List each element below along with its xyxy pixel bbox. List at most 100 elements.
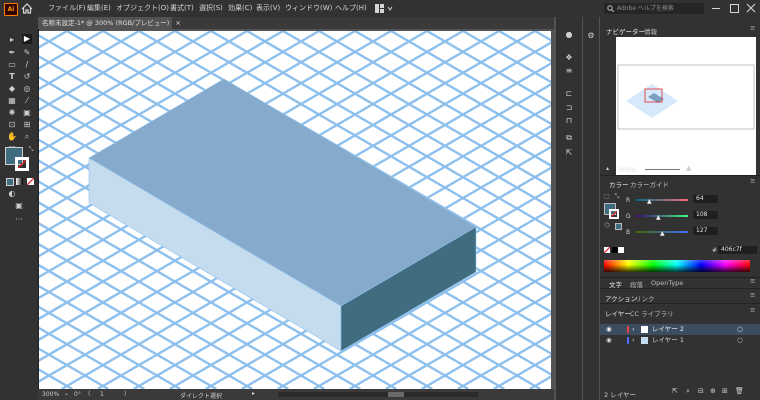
menu-edit[interactable]: 編集(E) xyxy=(87,0,111,17)
hand-tool-icon[interactable]: ✋ xyxy=(7,132,17,142)
horizontal-scrollbar[interactable] xyxy=(278,392,478,397)
swap-swatch-icon[interactable]: ⤡ xyxy=(612,192,622,202)
gradient-tool-icon[interactable]: ▦ xyxy=(7,96,17,106)
tab-color-guide[interactable]: カラーガイド xyxy=(630,179,669,189)
status-menu-icon[interactable]: ▸ xyxy=(252,390,255,397)
tab-actions[interactable]: アクション xyxy=(605,293,637,303)
menu-object[interactable]: オブジェクト(O) xyxy=(116,0,169,17)
b-value[interactable]: 127 xyxy=(693,227,718,235)
tab-cc-libraries[interactable]: CC ライブラリ xyxy=(630,308,674,318)
menu-effect[interactable]: 効果(C) xyxy=(228,0,252,17)
reset-swatch-icon[interactable]: ⬚ xyxy=(602,192,612,202)
transform-panel-icon[interactable]: ⊐ xyxy=(564,103,574,113)
rotate-tool-icon[interactable]: ↺ xyxy=(22,72,32,82)
tab-color[interactable]: カラー xyxy=(609,179,629,189)
r-value[interactable]: 64 xyxy=(693,195,718,203)
type-panel-menu-icon[interactable]: ≡ xyxy=(750,277,755,285)
navigator-zoom-slider[interactable] xyxy=(645,169,680,170)
menu-file[interactable]: ファイル(F) xyxy=(48,0,86,17)
delete-layer-icon[interactable]: 🗑 xyxy=(735,387,744,395)
stroke-swatch[interactable] xyxy=(15,157,29,171)
gradient-mode-button[interactable] xyxy=(16,178,23,185)
layer-name[interactable]: レイヤー 1 xyxy=(652,335,684,346)
artboard-number[interactable]: 1 xyxy=(100,391,104,398)
clipping-mask-icon[interactable]: ⊟ xyxy=(698,387,704,395)
symbol-sprayer-tool-icon[interactable]: ✺ xyxy=(7,108,17,118)
tab-navigator[interactable]: ナビゲーター xyxy=(606,26,645,36)
expand-layer-icon[interactable]: › xyxy=(632,324,635,335)
menu-help[interactable]: ヘルプ(H) xyxy=(335,0,367,17)
pathfinder-panel-icon[interactable]: ⊓ xyxy=(564,116,574,126)
navigator-preview[interactable] xyxy=(616,37,756,176)
g-slider[interactable] xyxy=(636,215,688,217)
menu-panel-icon[interactable]: ≡ xyxy=(564,66,574,76)
navigator-zoom-out-icon[interactable]: ▴ xyxy=(606,165,609,172)
color-mode-button[interactable] xyxy=(6,178,14,186)
b-slider-thumb[interactable]: ▲ xyxy=(660,230,665,237)
export-panel-icon[interactable]: ⇱ xyxy=(564,148,574,158)
action-panel-menu-icon[interactable]: ≡ xyxy=(750,291,755,299)
collect-export-icon[interactable]: ⇱ xyxy=(672,387,678,395)
next-artboard-icon[interactable]: ⟩ xyxy=(124,390,126,397)
zoom-level[interactable]: 300% xyxy=(42,391,59,398)
artboard-canvas[interactable] xyxy=(39,31,551,389)
paintbrush-tool-icon[interactable]: / xyxy=(22,60,32,70)
menu-view[interactable]: 表示(V) xyxy=(256,0,280,17)
minimize-button[interactable] xyxy=(712,8,720,9)
tab-info[interactable]: 情報 xyxy=(644,26,657,36)
rectangle-tool-icon[interactable]: ▭ xyxy=(7,60,17,70)
swap-fill-stroke-icon[interactable]: ⤡ xyxy=(26,145,36,155)
hex-value[interactable]: 406c7f xyxy=(718,246,757,254)
rotation-angle[interactable]: 0° xyxy=(74,391,81,398)
white-swatch[interactable] xyxy=(618,247,624,253)
navigator-zoom[interactable]: 300% xyxy=(618,166,637,174)
visibility-eye-icon[interactable]: ◉ xyxy=(606,324,612,335)
color-spectrum[interactable] xyxy=(604,260,750,272)
direct-selection-tool-icon[interactable]: ▶ xyxy=(22,34,32,44)
zoom-tool-icon[interactable]: ⌕ xyxy=(22,132,32,142)
new-layer-icon[interactable]: ⊞ xyxy=(722,387,728,395)
none-color-swatch[interactable] xyxy=(604,247,610,253)
artboard-tool-icon[interactable]: ⊡ xyxy=(7,120,17,130)
r-slider[interactable] xyxy=(636,199,688,201)
blend-tool-icon[interactable]: ▣ xyxy=(22,108,32,118)
screen-mode-icon[interactable]: ▣ xyxy=(14,201,24,211)
properties-icon[interactable]: ⚙ xyxy=(586,31,596,41)
more-tools-icon[interactable]: ··· xyxy=(14,215,24,225)
selection-tool-icon[interactable]: ▸ xyxy=(7,35,17,45)
tab-opentype[interactable]: OpenType xyxy=(651,279,683,287)
menu-window[interactable]: ウィンドウ(W) xyxy=(285,0,332,17)
artboards-panel-icon[interactable]: ⧉ xyxy=(564,133,574,143)
visibility-eye-icon[interactable]: ◉ xyxy=(606,335,612,346)
slice-tool-icon[interactable]: ⊞ xyxy=(22,120,32,130)
workspace-switcher-icon[interactable] xyxy=(375,4,393,13)
scrollbar-thumb[interactable] xyxy=(388,392,404,397)
color-stroke-swatch[interactable] xyxy=(609,209,619,219)
g-slider-thumb[interactable]: ▲ xyxy=(656,214,661,221)
maximize-button[interactable] xyxy=(730,4,739,13)
type-tool-icon[interactable]: T xyxy=(7,72,17,82)
draw-mode-icon[interactable]: ◐ xyxy=(7,189,17,199)
tab-links[interactable]: リンク xyxy=(635,293,655,303)
tab-layers[interactable]: レイヤー xyxy=(605,308,631,318)
symbols-panel-icon[interactable]: ❖ xyxy=(564,53,574,63)
navigator-menu-icon[interactable]: ≡ xyxy=(750,24,755,32)
color-panel-menu-icon[interactable]: ≡ xyxy=(750,177,755,185)
align-panel-icon[interactable]: ⊏ xyxy=(564,89,574,99)
close-tab-icon[interactable]: × xyxy=(175,19,180,27)
layer-row-1[interactable]: ◉ › レイヤー 1 ○ xyxy=(600,335,760,346)
eyedropper-tool-icon[interactable]: ⁄ xyxy=(22,96,32,106)
navigator-zoom-in-icon[interactable]: ▲ xyxy=(686,164,691,172)
pen-tool-icon[interactable]: ✒ xyxy=(7,48,17,58)
gamut-warning-icon[interactable]: ⬡ xyxy=(602,221,612,231)
curvature-tool-icon[interactable]: ✎ xyxy=(22,48,32,58)
layer-target-icon[interactable]: ○ xyxy=(737,324,743,335)
locate-object-icon[interactable]: ⌕ xyxy=(686,387,690,396)
menu-type[interactable]: 書式(T) xyxy=(170,0,194,17)
expand-layer-icon[interactable]: › xyxy=(632,335,635,346)
search-field[interactable]: Adobe ヘルプを検索 xyxy=(604,3,704,14)
shape-builder-tool-icon[interactable]: ◎ xyxy=(22,84,32,94)
layers-panel-menu-icon[interactable]: ≡ xyxy=(750,306,755,314)
brushes-panel-icon[interactable]: ● xyxy=(564,30,574,40)
eraser-tool-icon[interactable]: ◆ xyxy=(7,84,17,94)
